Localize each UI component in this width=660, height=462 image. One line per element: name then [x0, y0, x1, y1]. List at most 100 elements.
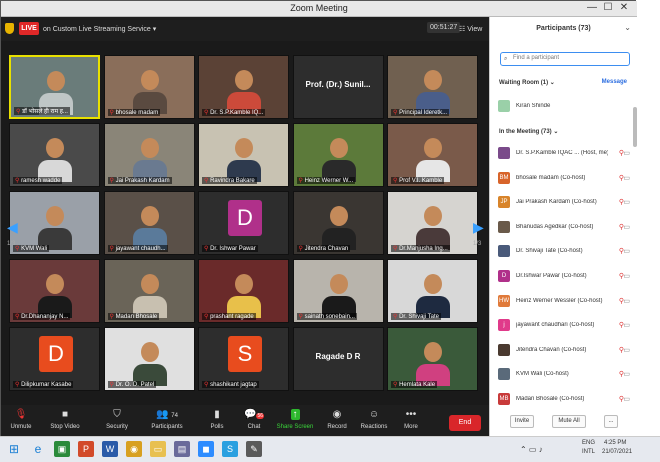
chat-button[interactable]: 💬56 Chat	[234, 409, 274, 430]
video-tile[interactable]: D ⚲ Dr. Ishwar Pawar	[198, 191, 289, 255]
video-tile[interactable]: ⚲ jayawant chaudh...	[103, 191, 195, 255]
page-indicator-left: 1/3	[7, 241, 16, 247]
participant-name-text: Dr.Dhananjay N...	[21, 314, 69, 320]
camera-icon: ▭	[623, 199, 630, 207]
video-tile[interactable]: ⚲ Dr.Dhananjay N...	[9, 259, 100, 323]
maximize-button[interactable]: ☐	[601, 2, 615, 13]
participant-search-input[interactable]: ⌕ Find a participant	[500, 52, 630, 66]
video-tile[interactable]: ⚲ Heinz Werner W...	[292, 123, 384, 187]
panel-scrollbar[interactable]	[633, 107, 637, 147]
video-tile[interactable]: ⚲ Jitendra Chavan	[292, 191, 384, 255]
participant-name-text: Jitendra Chavan	[304, 246, 349, 252]
participant-video	[140, 70, 159, 90]
chrome-icon[interactable]: ◉	[126, 441, 142, 457]
video-tile[interactable]: ⚲ ramesh wadde	[9, 123, 100, 187]
camera-icon: ▭	[623, 297, 630, 305]
chevron-down-icon[interactable]: ⌄	[624, 23, 631, 32]
participant-name: KVM Wali (Co-host)	[516, 371, 569, 378]
invite-button[interactable]: Invite	[510, 415, 534, 428]
video-tile[interactable]: ⚲ sainath sonebain...	[292, 259, 384, 323]
participant-name-text: डॉ भोसले ही राम ह...	[22, 109, 68, 115]
live-badge[interactable]: LIVE	[19, 22, 39, 35]
panel-more-button[interactable]: ...	[604, 415, 618, 428]
live-stream-dropdown[interactable]: on Custom Live Streaming Service ▾	[43, 25, 156, 33]
participant-row[interactable]: Bhanudas Agedkar (Co-host) ⚲ ▭	[498, 220, 630, 235]
share-screen-label: Share Screen	[276, 424, 314, 430]
share-screen-button[interactable]: ↑ Share Screen	[275, 409, 315, 430]
search-placeholder: Find a participant	[513, 55, 560, 61]
more-icon: •••	[405, 409, 417, 420]
store-icon[interactable]: ▣	[54, 441, 70, 457]
end-meeting-button[interactable]: End	[449, 415, 481, 431]
video-tile[interactable]: ⚲ Principal Ideretk...	[387, 55, 478, 119]
participant-name: ⚲ Dr.Manjusha Ing...	[391, 245, 450, 252]
security-button[interactable]: ⛉ Security	[97, 409, 137, 430]
participant-name: ⚲ Dr.Dhananjay N...	[13, 313, 71, 320]
participant-name: Kiran Shinde	[516, 103, 551, 109]
close-button[interactable]: ✕	[617, 2, 631, 13]
minimize-button[interactable]: —	[585, 2, 599, 13]
waiting-participant-row[interactable]: Kiran Shinde	[498, 100, 630, 114]
mute-all-button[interactable]: Mute All	[552, 415, 586, 428]
video-tile[interactable]: ⚲ Prof V.I. Kamble	[387, 123, 478, 187]
in-meeting-header[interactable]: In the Meeting (73) ⌄	[499, 128, 558, 135]
participants-label: Participants	[151, 424, 183, 430]
video-tile[interactable]: S ⚲ shashikant jagtap	[198, 327, 289, 391]
video-tile[interactable]: ⚲ Dr. O. D. Patel	[103, 327, 195, 391]
more-button[interactable]: ••• More	[391, 409, 431, 430]
participants-button[interactable]: 👥 74 Participants	[147, 409, 187, 430]
edge-icon[interactable]: e	[30, 441, 46, 457]
participant-row[interactable]: MB Madan Bhosale (Co-host) ⚲ ▭	[498, 393, 630, 407]
participants-count: 74	[171, 413, 178, 419]
video-tile[interactable]: ⚲ bhosale madam	[103, 55, 195, 119]
video-tile[interactable]: ⚲ Jai Prakash Kardam	[103, 123, 195, 187]
waiting-room-header[interactable]: Waiting Room (1) ⌄	[499, 79, 555, 86]
participant-name: Dr.Ishwar Pawar (Co-host)	[516, 273, 587, 279]
participant-row[interactable]: Dr. S.P.Kamble IQAC ... (Host, me) ⚲ ▭	[498, 147, 630, 161]
windows-start-icon[interactable]: ⊞	[6, 441, 22, 457]
participant-row[interactable]: BM bhosale madam (Co-host) ⚲ ▭	[498, 171, 630, 186]
word-icon[interactable]: W	[102, 441, 118, 457]
video-tile[interactable]: Prof. (Dr.) Sunil...	[292, 55, 384, 119]
zoom-icon[interactable]: ◼	[198, 441, 214, 457]
video-tile[interactable]: Ragade D R	[292, 327, 384, 391]
record-button[interactable]: ◉ Record	[317, 409, 357, 430]
participant-row[interactable]: JP Jai Prakash Kardam (Co-host) ⚲ ▭	[498, 196, 630, 210]
participant-row[interactable]: j jayawant chaudhari (Co-host) ⚲ ▭	[498, 319, 630, 333]
participant-video	[424, 138, 442, 158]
app-icon[interactable]: ▤	[174, 441, 190, 457]
shield-icon[interactable]	[5, 23, 14, 34]
powerpoint-icon[interactable]: P	[78, 441, 94, 457]
video-tile[interactable]: ⚲ Ravindra Bakare	[198, 123, 289, 187]
participant-name: Dr. Shivaji Tate (Co-host)	[516, 248, 583, 255]
video-tile[interactable]: ⚲ Hemlata Kale	[387, 327, 478, 391]
video-tile[interactable]: D ⚲ Dilipkumar Kasabe	[9, 327, 100, 391]
tray-icons[interactable]: ⌃ ▭ ♪	[520, 445, 543, 454]
reactions-button[interactable]: ☺ Reactions	[354, 409, 394, 430]
video-tile[interactable]: ⚲ डॉ भोसले ही राम ह...	[9, 55, 100, 119]
polls-button[interactable]: ▮ Polls	[197, 409, 237, 430]
participant-row[interactable]: HW Heinz Werner Wessler (Co-host) ⚲ ▭	[498, 294, 630, 309]
folder-icon[interactable]: ▭	[150, 441, 166, 457]
video-tile[interactable]: ⚲ KVM Wali	[9, 191, 100, 255]
participant-row[interactable]: KVM Wali (Co-host) ⚲ ▭	[498, 368, 630, 382]
prev-page-icon[interactable]: ◀	[7, 219, 18, 239]
view-button[interactable]: ☷ View	[459, 25, 482, 33]
unmute-button[interactable]: 🎙 Unmute	[1, 409, 41, 430]
video-tile[interactable]: ⚲ prashant ragade	[198, 259, 289, 323]
language-indicator[interactable]: ENG	[582, 440, 595, 446]
video-tile[interactable]: ⚲ Madan Bhosale	[103, 259, 195, 323]
next-page-icon[interactable]: ▶	[473, 219, 484, 239]
video-tile[interactable]: ⚲ Dr. S.P.Kamble IQ...	[198, 55, 289, 119]
skype-icon[interactable]: S	[222, 441, 238, 457]
paint-icon[interactable]: ✎	[246, 441, 262, 457]
participant-row[interactable]: D Dr.Ishwar Pawar (Co-host) ⚲ ▭	[498, 270, 630, 284]
clock-time[interactable]: 4:25 PM	[604, 440, 626, 446]
stop-video-button[interactable]: ■ Stop Video	[45, 409, 85, 430]
participant-row[interactable]: Jitendra Chavan (Co-host) ⚲ ▭	[498, 343, 630, 358]
participant-row[interactable]: Dr. Shivaji Tate (Co-host) ⚲ ▭	[498, 245, 630, 259]
participant-name-text: sainath sonebain...	[304, 314, 355, 320]
message-link[interactable]: Message	[602, 79, 627, 85]
video-tile[interactable]: ⚲ Dr. Shivaji Tate	[387, 259, 478, 323]
video-tile[interactable]: ⚲ Dr.Manjusha Ing...	[387, 191, 478, 255]
